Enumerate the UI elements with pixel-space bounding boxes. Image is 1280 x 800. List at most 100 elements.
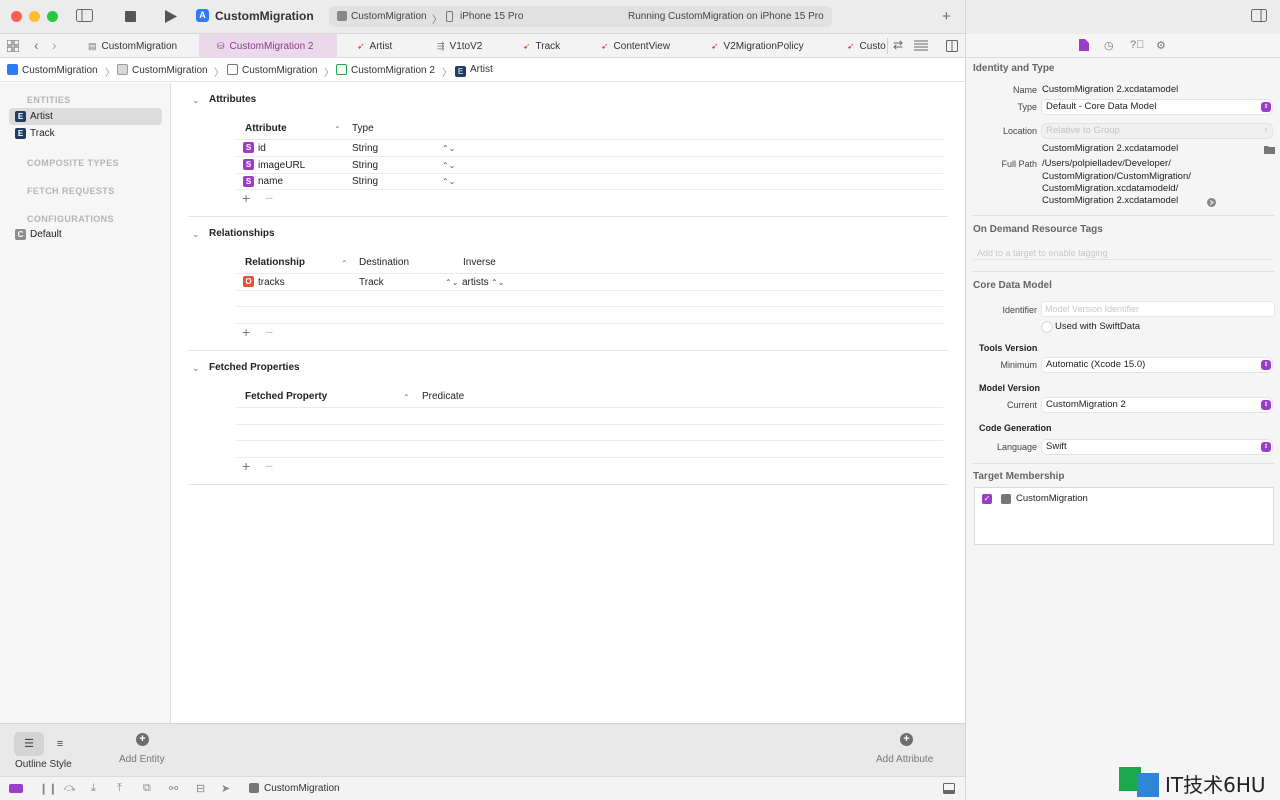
attributes-section-title[interactable]: Attributes <box>209 94 256 105</box>
swiftdata-checkbox[interactable] <box>1042 322 1052 332</box>
add-plus-icon[interactable]: + <box>942 8 951 25</box>
history-inspector-icon[interactable]: ◷ <box>1104 39 1114 52</box>
attribute-type-select[interactable]: String <box>352 176 378 187</box>
step-out-icon[interactable]: ⤒ <box>117 782 122 795</box>
relationship-column-header[interactable]: Relationship <box>245 257 305 268</box>
relationships-section-title[interactable]: Relationships <box>209 228 275 239</box>
graph-style-icon[interactable]: ≡ <box>45 732 75 756</box>
breadcrumb-versioned-model[interactable]: CustomMigration <box>227 64 318 76</box>
add-attribute-plus-icon[interactable]: + <box>900 733 913 746</box>
sidebar-item-artist[interactable]: E Artist <box>9 108 162 125</box>
step-over-icon[interactable]: ⤼ <box>64 782 76 795</box>
add-attribute-plus-icon[interactable]: + <box>242 190 250 206</box>
type-column-header[interactable]: Type <box>352 123 374 134</box>
type-select[interactable]: Default - Core Data Model ⇕ <box>1042 100 1272 114</box>
add-fetched-property-plus-icon[interactable]: + <box>242 458 250 474</box>
debug-target-label[interactable]: CustomMigration <box>264 783 340 794</box>
chevron-down-icon[interactable]: ⌄ <box>192 95 200 106</box>
scheme-selector[interactable]: CustomMigration <box>351 11 427 22</box>
attribute-name[interactable]: name <box>258 176 283 187</box>
fetched-property-column-header[interactable]: Fetched Property <box>245 391 327 402</box>
file-inspector-icon[interactable] <box>1079 39 1089 54</box>
language-select[interactable]: Swift ⇕ <box>1042 440 1272 454</box>
stop-icon[interactable] <box>125 11 136 24</box>
target-checkbox[interactable]: ✓ <box>982 494 992 504</box>
attribute-name[interactable]: imageURL <box>258 160 305 171</box>
minimize-window-button[interactable] <box>29 11 40 22</box>
current-version-select[interactable]: CustomMigration 2 ⇕ <box>1042 398 1272 412</box>
sidebar-item-track[interactable]: E Track <box>9 125 162 142</box>
chevron-down-icon[interactable]: ⌄ <box>192 229 200 240</box>
target-name: CustomMigration <box>1016 493 1088 504</box>
relationship-name[interactable]: tracks <box>258 277 285 288</box>
inspector-toggle-icon[interactable] <box>1251 9 1267 24</box>
breadcrumb-entity[interactable]: E Artist <box>455 64 493 77</box>
attribute-type-select[interactable]: String <box>352 143 378 154</box>
related-items-icon[interactable]: ⇄ <box>893 39 903 51</box>
tab-track[interactable]: ➹ Track <box>507 34 589 58</box>
add-relationship-plus-icon[interactable]: + <box>242 324 250 340</box>
predicate-column-header[interactable]: Predicate <box>422 391 464 402</box>
full-path-line: CustomMigration/CustomMigration/ <box>1042 171 1191 182</box>
view-hierarchy-icon[interactable]: ⧉ <box>143 782 151 795</box>
reveal-arrow-icon[interactable] <box>1207 196 1216 209</box>
simulate-location-icon[interactable]: ➤ <box>221 782 230 795</box>
tab-artist[interactable]: ➹ Artist <box>337 34 421 58</box>
add-attribute-button[interactable]: Add Attribute <box>876 754 933 765</box>
pause-icon[interactable]: ❙❙ <box>39 782 57 795</box>
odr-tags-field[interactable]: Add to a target to enable tagging <box>973 246 1273 260</box>
close-window-button[interactable] <box>11 11 22 22</box>
location-select[interactable]: Relative to Group ⇕ <box>1042 124 1272 138</box>
tab-custom-truncated[interactable]: ➹ Custo <box>835 34 887 58</box>
attribute-column-header[interactable]: Attribute <box>245 123 287 134</box>
run-icon[interactable] <box>165 10 177 25</box>
fetched-properties-section-title[interactable]: Fetched Properties <box>209 362 300 373</box>
zoom-window-button[interactable] <box>47 11 58 22</box>
breadcrumb-folder[interactable]: CustomMigration <box>117 64 208 76</box>
row-divider <box>236 306 943 307</box>
split-editor-icon[interactable] <box>946 40 958 54</box>
tab-contentview[interactable]: ➹ ContentView <box>589 34 699 58</box>
device-selector[interactable]: iPhone 15 Pro <box>460 11 523 22</box>
memory-graph-icon[interactable]: ⚯ <box>169 782 178 795</box>
table-style-icon[interactable]: ☰ <box>14 732 44 756</box>
sidebar-item-default[interactable]: C Default <box>9 226 162 243</box>
quick-help-icon[interactable]: ?⃝ <box>1130 39 1144 51</box>
destination-select[interactable]: Track <box>359 277 384 288</box>
remove-relationship-minus-icon[interactable]: − <box>265 324 273 340</box>
environment-overrides-icon[interactable]: ⊟ <box>196 782 205 795</box>
project-title[interactable]: CustomMigration <box>215 9 314 23</box>
tab-custommigration-2[interactable]: ⛁ CustomMigration 2 <box>199 34 337 58</box>
tab-custommigration[interactable]: ▤ CustomMigration <box>76 34 198 58</box>
chevron-down-icon[interactable]: ⌄ <box>192 363 200 374</box>
attribute-type-select[interactable]: String <box>352 160 378 171</box>
grid-icon[interactable] <box>6 39 20 55</box>
navigator-toggle-icon[interactable] <box>76 9 93 24</box>
watermark-text: IT技术6HU <box>1165 773 1266 797</box>
editor-options-icon[interactable] <box>914 40 928 53</box>
tab-v1tov2[interactable]: ⇶ V1toV2 <box>421 34 507 58</box>
hide-console-icon[interactable] <box>943 783 955 797</box>
name-value[interactable]: CustomMigration 2.xcdatamodel <box>1042 84 1178 95</box>
breadcrumb: CustomMigration 〉 CustomMigration 〉 Cust… <box>0 58 965 82</box>
breadcrumb-model[interactable]: CustomMigration 2 <box>336 64 435 76</box>
minimum-tools-select[interactable]: Automatic (Xcode 15.0) ⇕ <box>1042 358 1272 372</box>
step-into-icon[interactable]: ⤓ <box>91 782 96 795</box>
remove-attribute-minus-icon[interactable]: − <box>265 190 273 206</box>
back-arrow-icon[interactable]: ‹ <box>34 38 39 52</box>
name-label: Name <box>1012 85 1037 95</box>
breadcrumb-project[interactable]: CustomMigration <box>7 64 98 76</box>
add-entity-plus-icon[interactable]: + <box>136 733 149 746</box>
add-entity-button[interactable]: Add Entity <box>119 754 165 765</box>
tab-v2migrationpolicy[interactable]: ➹ V2MigrationPolicy <box>699 34 835 58</box>
reveal-in-finder-folder-icon[interactable] <box>1264 143 1275 156</box>
destination-column-header[interactable]: Destination <box>359 257 409 268</box>
attribute-name[interactable]: id <box>258 143 266 154</box>
inverse-select[interactable]: artists <box>462 277 489 288</box>
inverse-column-header[interactable]: Inverse <box>463 257 496 268</box>
attributes-inspector-icon[interactable]: ⚙ <box>1156 39 1166 52</box>
model-identifier-input[interactable]: Model Version Identifier <box>1042 302 1274 316</box>
remove-fetched-property-minus-icon[interactable]: − <box>265 458 273 474</box>
hide-debug-area-icon[interactable] <box>9 784 23 796</box>
forward-arrow-icon[interactable]: › <box>52 38 57 52</box>
